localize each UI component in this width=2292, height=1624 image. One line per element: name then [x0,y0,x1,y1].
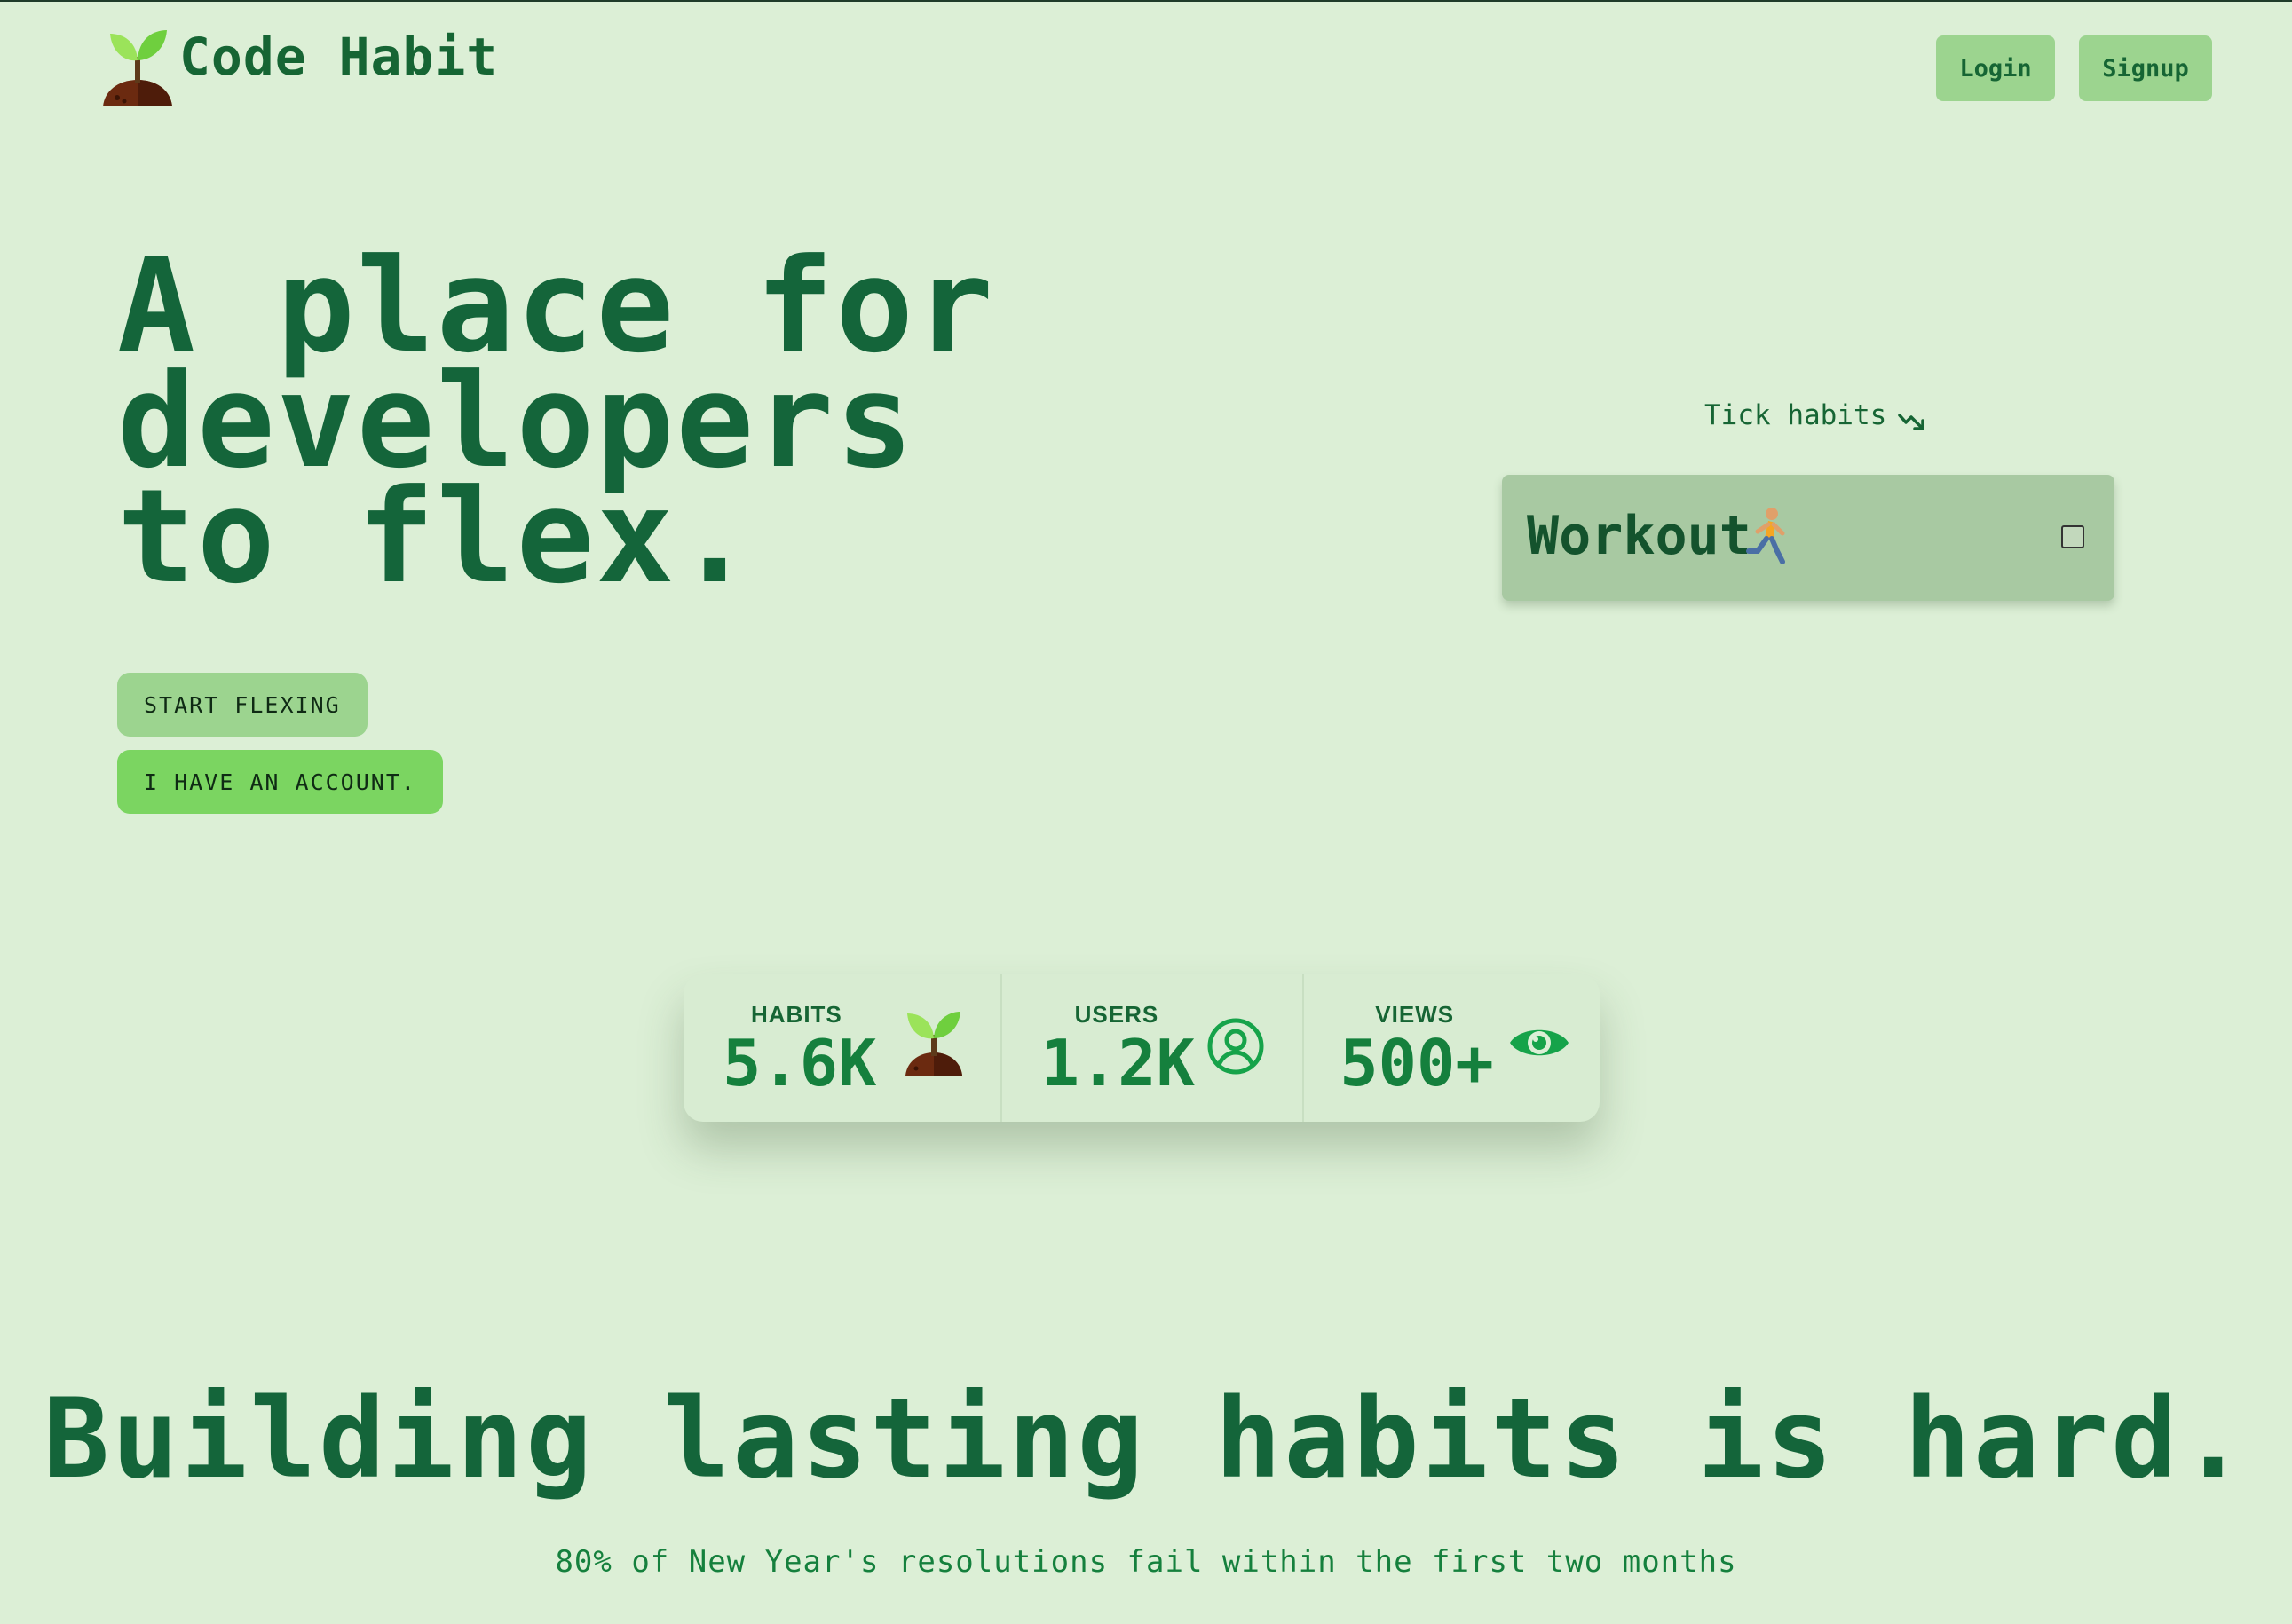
habit-checkbox[interactable] [2061,525,2084,548]
stat-views: VIEWS 500+ [1302,974,1600,1122]
stats-panel: HABITS 5.6K USERS 1.2K VIEWS 500+ [684,974,1600,1122]
eye-icon [1510,1029,1569,1056]
have-account-button[interactable]: I HAVE AN ACCOUNT. [117,750,443,814]
hero-title: A place for developers to flex. [117,241,1094,612]
stat-value: 5.6K [723,1026,877,1100]
tick-habits-hint: Tick habits [1704,399,1927,431]
runner-icon [1746,508,1785,564]
stat-habits: HABITS 5.6K [684,974,1000,1122]
habit-card[interactable]: Workout [1502,475,2114,601]
sprout-icon [905,1012,962,1076]
stat-users: USERS 1.2K [1000,974,1303,1122]
stat-value: 1.2K [1040,1026,1195,1100]
login-button[interactable]: Login [1936,35,2055,101]
brand-logo[interactable]: Code Habit [99,25,498,110]
hero-title-line: to flex. [117,461,756,612]
start-flexing-button[interactable]: START FLEXING [117,673,368,737]
sprout-icon [103,30,172,106]
habit-name: Workout [1527,505,1751,567]
stat-label: USERS [1074,1001,1159,1028]
section-subtitle: 80% of New Year's resolutions fail withi… [555,1544,1737,1580]
stat-label: VIEWS [1375,1001,1455,1028]
section-title: Building lasting habits is hard. [43,1376,2249,1503]
user-circle-icon [1207,1018,1264,1075]
tick-habits-label: Tick habits [1704,399,1887,431]
stat-value: 500+ [1340,1026,1494,1100]
site-header: Code Habit Login Signup [0,2,2292,126]
brand-name: Code Habit [179,27,499,87]
stat-label: HABITS [751,1001,842,1028]
signup-button[interactable]: Signup [2079,35,2212,101]
curved-arrow-icon [1898,414,1925,430]
